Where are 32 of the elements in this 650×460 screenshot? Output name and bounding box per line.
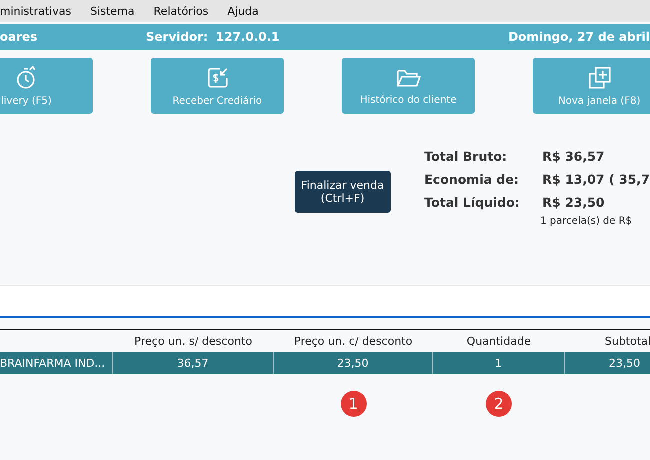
date-text: Domingo, 27 de abril [508, 30, 650, 44]
finalize-sale-button[interactable]: Finalizar venda (Ctrl+F) [295, 171, 391, 213]
total-value: R$ 36,57 [542, 149, 605, 164]
total-label: Total Bruto: [424, 149, 508, 164]
column-header: Preço un. c/ desconto [294, 334, 413, 348]
total-value: R$ 13,07 ( 35,7 [542, 172, 650, 187]
server-address: 127.0.0.1 [216, 30, 281, 44]
total-label: Total Líquido: [424, 195, 521, 210]
table-row[interactable]: BRAINFARMA IND... 36,57 23,50 1 23,50 [0, 352, 650, 374]
column-header: Preço un. s/ desconto [134, 334, 252, 348]
new-window-icon [588, 66, 612, 90]
total-label: Economia de: [424, 172, 520, 187]
table-cell: 23,50 [565, 352, 650, 374]
menu-item[interactable]: Relatórios [154, 4, 209, 18]
menu-item[interactable]: Sistema [90, 4, 135, 18]
number-badge: 1 [340, 391, 366, 417]
total-value: R$ 23,50 [542, 195, 605, 210]
input-field[interactable] [0, 286, 650, 318]
server-label: Servidor: [146, 30, 210, 44]
table-cell: BRAINFARMA IND... [0, 352, 113, 374]
table-cell: 23,50 [274, 352, 433, 374]
money-icon [206, 66, 230, 90]
menu-item[interactable]: Ajuda [228, 4, 259, 18]
stopwatch-icon [16, 66, 38, 90]
user-name: oares [0, 30, 39, 44]
column-header: Quantidade [466, 334, 532, 348]
column-header: Subtotal [605, 334, 650, 348]
number-badge: 2 [486, 391, 512, 417]
installments-text: 1 parcela(s) de R$ [540, 216, 634, 227]
table-cell: 1 [433, 352, 565, 374]
menu-item[interactable]: ministrativas [0, 4, 72, 18]
table-cell: 36,57 [113, 352, 274, 374]
